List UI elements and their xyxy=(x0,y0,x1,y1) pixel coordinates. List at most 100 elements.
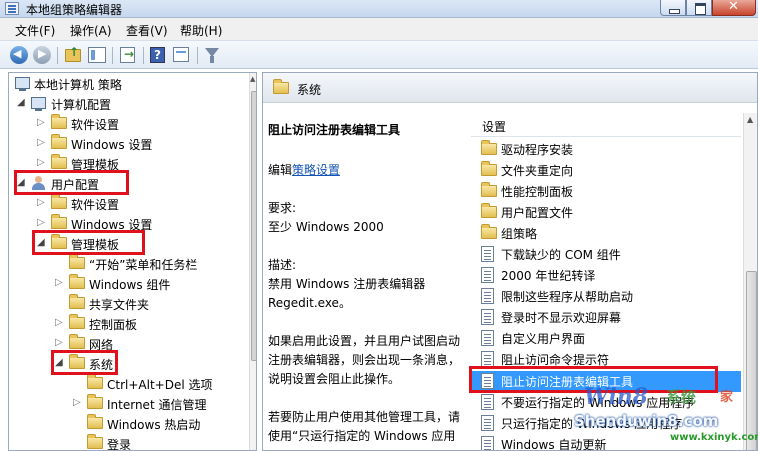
folder-icon xyxy=(51,194,67,209)
description-line: 使用“只运行指定的 Windows 应用 xyxy=(268,429,456,443)
expanded-arrow-icon[interactable]: ◢ xyxy=(17,97,25,108)
tree-label: 控制面板 xyxy=(89,318,138,332)
list-item-custom-ui[interactable]: 自定义用户界面 xyxy=(471,328,741,349)
watermark-text: 系统 xyxy=(666,388,697,406)
list-item-century-interpretation[interactable]: 2000 年世纪转译 xyxy=(471,265,741,286)
tree-label: “开始”菜单和任务栏 xyxy=(89,258,198,272)
folder-icon xyxy=(69,314,85,329)
watermark-text: 家 xyxy=(720,390,734,405)
menu-help[interactable]: 帮助(H) xyxy=(180,22,222,39)
up-folder-icon[interactable] xyxy=(65,45,81,62)
folder-icon xyxy=(87,394,103,409)
back-arrow-icon[interactable] xyxy=(10,46,28,64)
tree-label: Internet 通信管理 xyxy=(107,398,207,412)
filter-icon[interactable] xyxy=(205,48,219,63)
policy-setting-icon xyxy=(481,351,494,367)
folder-icon xyxy=(69,334,85,349)
maximize-button[interactable] xyxy=(686,0,712,16)
description-line: 说明设置会阻止此操作。 xyxy=(268,372,401,386)
toolbar-separator xyxy=(143,47,144,64)
collapsed-arrow-icon[interactable]: ▷ xyxy=(55,277,63,288)
tree-scrollbar[interactable]: ▲ xyxy=(249,73,256,450)
policy-setting-icon xyxy=(481,330,494,346)
collapsed-arrow-icon[interactable]: ▷ xyxy=(73,397,81,408)
list-item-group-policy[interactable]: 组策略 xyxy=(471,223,741,244)
list-item-restrict-help-programs[interactable]: 限制这些程序从帮助启动 xyxy=(471,286,741,307)
folder-icon xyxy=(87,414,103,429)
toolbar-separator xyxy=(57,47,58,64)
folder-icon xyxy=(51,114,67,129)
requirements-label: 要求: xyxy=(268,201,297,215)
minimize-button[interactable] xyxy=(660,0,686,16)
folder-icon xyxy=(51,154,67,169)
collapsed-arrow-icon[interactable]: ▷ xyxy=(37,217,45,228)
collapsed-arrow-icon[interactable]: ▷ xyxy=(55,317,63,328)
scroll-up-arrow-icon[interactable]: ▲ xyxy=(250,75,255,83)
folder-icon xyxy=(273,79,289,94)
folder-icon xyxy=(481,161,497,176)
policy-setting-icon xyxy=(481,415,494,431)
help-icon[interactable] xyxy=(150,47,165,63)
tree-pane: 本地计算机 策略 ◢ 计算机配置 ▷ 软件设置 ▷ Windows 设置 ▷ 管… xyxy=(8,72,257,451)
menu-action[interactable]: 操作(A) xyxy=(70,22,112,39)
list-item-label: 用户配置文件 xyxy=(501,206,574,220)
tree-label: 共享文件夹 xyxy=(89,298,150,312)
menu-file[interactable]: 文件(F) xyxy=(15,22,55,39)
toolbar-separator xyxy=(112,47,113,64)
policy-setting-icon xyxy=(481,288,494,304)
description-line: 注册表编辑器，则会出现一条消息， xyxy=(268,353,461,367)
collapsed-arrow-icon[interactable]: ▷ xyxy=(55,337,63,348)
list-item-download-com[interactable]: 下载缺少的 COM 组件 xyxy=(471,244,741,265)
export-list-icon[interactable] xyxy=(120,47,135,63)
policy-setting-icon xyxy=(481,309,494,325)
site-watermark: Win8 系统 家 Shenduwin8.com www.kxinyk.com xyxy=(570,380,758,451)
tree-label: Windows 设置 xyxy=(71,138,153,152)
tree-label: 登录 xyxy=(107,438,132,451)
folder-icon xyxy=(481,182,497,197)
forward-arrow-icon[interactable] xyxy=(33,46,51,64)
window-title: 本地组策略编辑器 xyxy=(26,3,123,17)
show-tree-icon[interactable] xyxy=(88,47,106,63)
menu-view[interactable]: 查看(V) xyxy=(126,22,168,39)
list-item-label: 限制这些程序从帮助启动 xyxy=(501,290,634,304)
collapsed-arrow-icon[interactable]: ▷ xyxy=(37,117,45,128)
title-bar: 本地组策略编辑器 xyxy=(0,0,758,18)
list-item-label: 性能控制面板 xyxy=(501,185,574,199)
list-item-no-welcome-screen[interactable]: 登录时不显示欢迎屏幕 xyxy=(471,307,741,328)
collapsed-arrow-icon[interactable]: ▷ xyxy=(37,157,45,168)
collapsed-arrow-icon[interactable]: ▷ xyxy=(37,197,45,208)
policy-setting-icon xyxy=(481,267,494,283)
description-line: 若要防止用户使用其他管理工具，请 xyxy=(268,410,461,424)
list-item-user-profiles[interactable]: 用户配置文件 xyxy=(471,202,741,223)
list-item-performance-panel[interactable]: 性能控制面板 xyxy=(471,181,741,202)
extended-view-icon[interactable] xyxy=(173,47,189,62)
tree-label: 软件设置 xyxy=(71,198,120,212)
column-header-setting[interactable]: 设置 xyxy=(471,113,741,137)
folder-icon xyxy=(481,224,497,239)
description-label: 描述: xyxy=(268,258,297,272)
computer-icon xyxy=(31,97,46,111)
folder-icon xyxy=(481,203,497,218)
policy-setting-icon xyxy=(481,394,494,410)
details-header-title: 系统 xyxy=(297,83,322,97)
tree-label: Windows 组件 xyxy=(89,278,171,292)
folder-icon xyxy=(69,294,85,309)
tree-label: 本地计算机 策略 xyxy=(34,78,122,92)
toolbar xyxy=(0,40,758,69)
list-item-label: 登录时不显示欢迎屏幕 xyxy=(501,311,622,325)
list-item-label: 驱动程序安装 xyxy=(501,143,574,157)
list-item-folder-redirection[interactable]: 文件夹重定向 xyxy=(471,160,741,181)
edit-policy-link[interactable]: 策略设置 xyxy=(292,163,340,177)
tree-scroll-thumb[interactable] xyxy=(251,91,256,361)
column-header-label: 设置 xyxy=(482,120,507,134)
policy-title: 阻止访问注册表编辑工具 xyxy=(268,123,401,137)
close-button[interactable] xyxy=(712,0,756,16)
collapsed-arrow-icon[interactable]: ▷ xyxy=(37,137,45,148)
folder-icon xyxy=(51,214,67,229)
tree-label: 软件设置 xyxy=(71,118,120,132)
scroll-up-arrow-icon[interactable]: ▲ xyxy=(747,115,753,124)
folder-icon xyxy=(87,374,103,389)
edit-policy-line: 编辑策略设置 xyxy=(268,161,340,180)
highlight-box-admin-templates xyxy=(32,230,145,255)
list-item-driver-install[interactable]: 驱动程序安装 xyxy=(471,139,741,160)
